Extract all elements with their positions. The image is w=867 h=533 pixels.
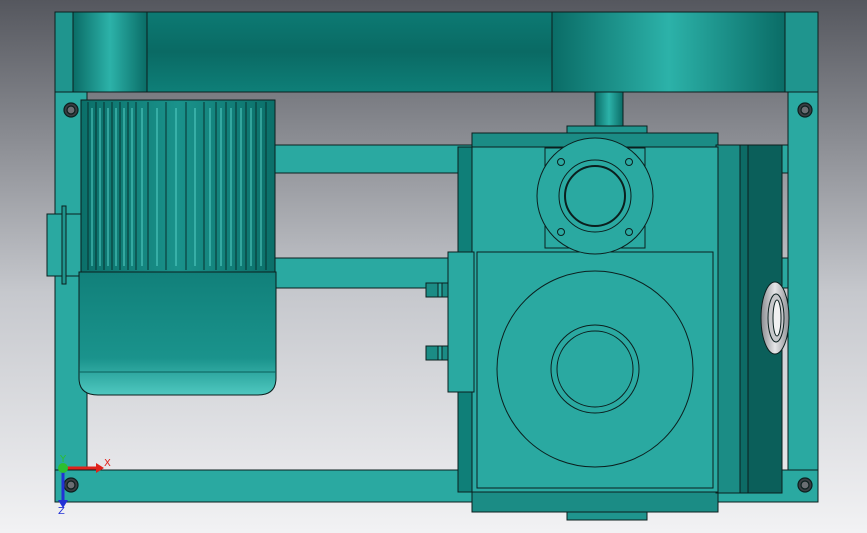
- port-fitting-upper: [425, 282, 449, 298]
- belt-guard: [72, 11, 786, 93]
- port-fitting-lower: [425, 345, 449, 361]
- pump-unit: [425, 91, 790, 521]
- z-axis-label: Z: [58, 506, 65, 517]
- pump-pulley: [551, 11, 786, 93]
- electric-motor: [46, 99, 277, 396]
- pump-assembly-drawing: X Y Z: [0, 0, 867, 533]
- pump-shaft: [594, 91, 624, 127]
- x-axis-label: X: [104, 458, 111, 469]
- cad-graphics-viewport[interactable]: X Y Z: [0, 0, 867, 533]
- y-axis-label: Y: [59, 454, 67, 465]
- motor-end-cover: [78, 271, 277, 396]
- motor-pulley: [72, 11, 148, 93]
